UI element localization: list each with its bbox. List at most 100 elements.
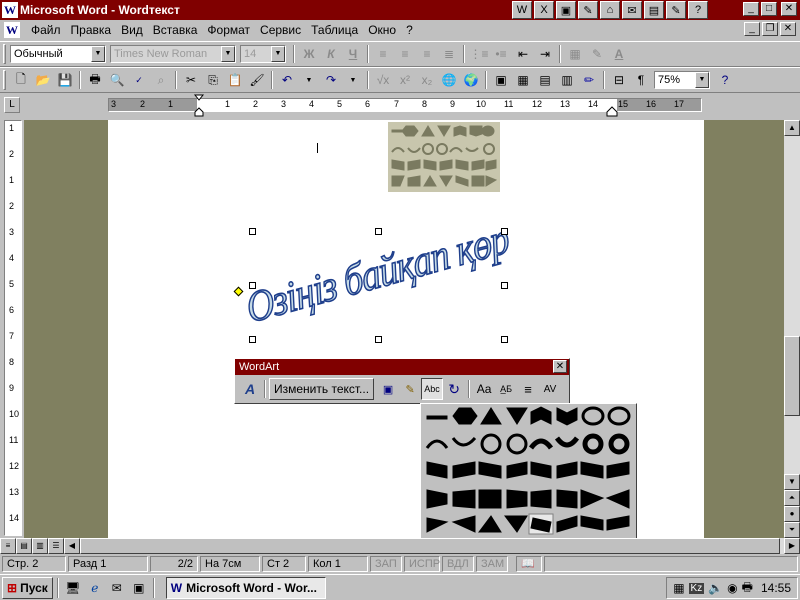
chevron-down-icon[interactable]: ▼ [91, 46, 105, 62]
office-powerpoint-icon[interactable]: ▣ [556, 1, 576, 19]
shape-ring-outside[interactable] [607, 406, 631, 426]
shape-slant-down[interactable] [556, 515, 578, 533]
status-extend[interactable]: ВДЛ [442, 556, 474, 572]
maximize-button[interactable]: □ [761, 2, 777, 16]
start-button[interactable]: ⊞ Пуск [2, 576, 53, 599]
shape-button-pour[interactable] [608, 433, 630, 455]
new-document-icon[interactable]: 🗋 [10, 70, 32, 90]
prev-page-icon[interactable]: ⏶ [784, 490, 800, 506]
font-select[interactable]: Times New Roman ▼ [110, 45, 236, 63]
shape-curve-up[interactable] [426, 461, 448, 479]
zoom-select[interactable]: 75% ▼ [654, 71, 710, 89]
shape-triangle-down[interactable] [506, 407, 528, 425]
shape-curve-down[interactable] [452, 461, 476, 479]
shape-cascade-up[interactable] [580, 515, 604, 531]
shape-chevron-up[interactable] [530, 406, 552, 425]
shape-wave-1[interactable] [530, 461, 552, 479]
shape-fade-right[interactable] [426, 517, 449, 533]
drawing-icon[interactable]: ✏ [578, 70, 600, 90]
wordart-gallery-icon[interactable]: ▣ [377, 378, 399, 400]
italic-button[interactable]: К [320, 44, 342, 64]
font-size-select[interactable]: 14 ▼ [240, 45, 286, 63]
menu-edit[interactable]: Правка [66, 23, 117, 37]
scheduler-icon[interactable]: ▦ [673, 581, 684, 595]
insert-wordart-icon[interactable]: A [239, 378, 261, 400]
outlook-express-icon[interactable]: ✉ [106, 578, 128, 598]
status-overtype[interactable]: ЗАМ [476, 556, 508, 572]
decrease-indent-icon[interactable]: ⇤ [512, 44, 534, 64]
undo-icon[interactable]: ↶ [276, 70, 298, 90]
shape-chevron-down[interactable] [556, 407, 578, 426]
right-indent-marker[interactable] [606, 106, 618, 118]
vertical-text-icon[interactable]: A̲Б [495, 378, 517, 400]
free-rotate-icon[interactable]: ↻ [443, 378, 465, 400]
columns-icon[interactable]: ▥ [556, 70, 578, 90]
document-map-icon[interactable]: ⊟ [608, 70, 630, 90]
outline-view-icon[interactable]: ☰ [48, 538, 64, 554]
office-binder-icon[interactable]: ⌂ [600, 1, 620, 19]
menu-insert[interactable]: Вставка [148, 23, 203, 37]
superscript-icon[interactable]: x² [394, 70, 416, 90]
print-icon[interactable]: 🖶 [84, 70, 106, 90]
vertical-scrollbar[interactable]: ▲ ▼ ⏶ ● ⏷ [784, 120, 800, 538]
shape-fade-up[interactable] [478, 515, 502, 533]
print-preview-icon[interactable]: 🔍 [106, 70, 128, 90]
tab-selector[interactable]: L [4, 97, 20, 113]
scroll-down-icon[interactable]: ▼ [784, 474, 800, 490]
insert-table-icon[interactable]: ▦ [512, 70, 534, 90]
shape-double-wave-1[interactable] [580, 461, 604, 479]
copy-icon[interactable]: ⎘ [202, 70, 224, 90]
menu-tools[interactable]: Сервис [255, 23, 306, 37]
word-app-icon[interactable]: W [2, 2, 18, 18]
chevron-down-icon[interactable]: ▼ [298, 70, 320, 90]
vertical-ruler[interactable]: 1 2 1 2 3 4 5 6 7 8 9 10 11 12 13 14 [4, 120, 22, 536]
style-select[interactable]: Обычный ▼ [10, 45, 106, 63]
font-color-icon[interactable]: A [608, 44, 630, 64]
desktop-icon[interactable]: 🖥 [62, 578, 84, 598]
web-toolbar-icon[interactable]: 🌍 [460, 70, 482, 90]
close-button[interactable]: ✕ [781, 2, 797, 16]
shape-can-up[interactable] [478, 461, 502, 479]
office-help-icon[interactable]: ? [688, 1, 708, 19]
next-page-icon[interactable]: ⏷ [784, 522, 800, 538]
selection-handle[interactable] [501, 228, 508, 235]
scroll-thumb[interactable] [784, 336, 800, 416]
shape-inflate-top[interactable] [530, 489, 552, 509]
office-excel-icon[interactable]: X [534, 1, 554, 19]
character-spacing-icon[interactable]: AV [539, 378, 561, 400]
menu-table[interactable]: Таблица [306, 23, 363, 37]
format-painter-icon[interactable]: 🖌 [246, 70, 268, 90]
shape-deflate-inflate[interactable] [580, 489, 605, 509]
shape-arch-down[interactable] [451, 436, 477, 447]
menu-format[interactable]: Формат [202, 23, 255, 37]
taskbar-word-button[interactable]: W Microsoft Word - Wor... [165, 576, 326, 599]
status-record-macro[interactable]: ЗАП [370, 556, 402, 572]
scroll-up-icon[interactable]: ▲ [784, 120, 800, 136]
shape-deflate-bottom[interactable] [506, 489, 528, 509]
office-outlook-icon[interactable]: ✉ [622, 1, 642, 19]
wordart-shape-palette[interactable] [420, 403, 637, 539]
channels-icon[interactable]: ▣ [128, 578, 150, 598]
scroll-left-icon[interactable]: ◀ [64, 538, 80, 554]
indent-markers[interactable] [193, 94, 207, 118]
office-note-icon[interactable]: ✎ [666, 1, 686, 19]
wordart-toolbar-close-button[interactable]: ✕ [553, 360, 567, 373]
shape-can-down[interactable] [506, 461, 528, 479]
shape-arch-up[interactable] [425, 439, 449, 449]
cut-icon[interactable]: ✂ [180, 70, 202, 90]
doc-close-button[interactable]: ✕ [780, 22, 796, 36]
shape-circle[interactable] [480, 433, 502, 455]
highlight-icon[interactable]: ✎ [586, 44, 608, 64]
selection-handle[interactable] [249, 282, 256, 289]
selection-handle[interactable] [501, 336, 508, 343]
paste-icon[interactable]: 📋 [224, 70, 246, 90]
menu-window[interactable]: Окно [363, 23, 401, 37]
language-indicator[interactable]: Kz [688, 582, 705, 594]
shape-arch-up-pour[interactable] [528, 438, 554, 450]
minimize-button[interactable]: _ [743, 2, 759, 16]
document-icon[interactable]: W [4, 22, 20, 38]
office-access-icon[interactable]: ✎ [578, 1, 598, 19]
shape-inflate-bottom[interactable] [478, 489, 502, 509]
printer-icon[interactable]: 🖶 [742, 578, 753, 599]
numbering-icon[interactable]: ⋮≡ [468, 44, 490, 64]
